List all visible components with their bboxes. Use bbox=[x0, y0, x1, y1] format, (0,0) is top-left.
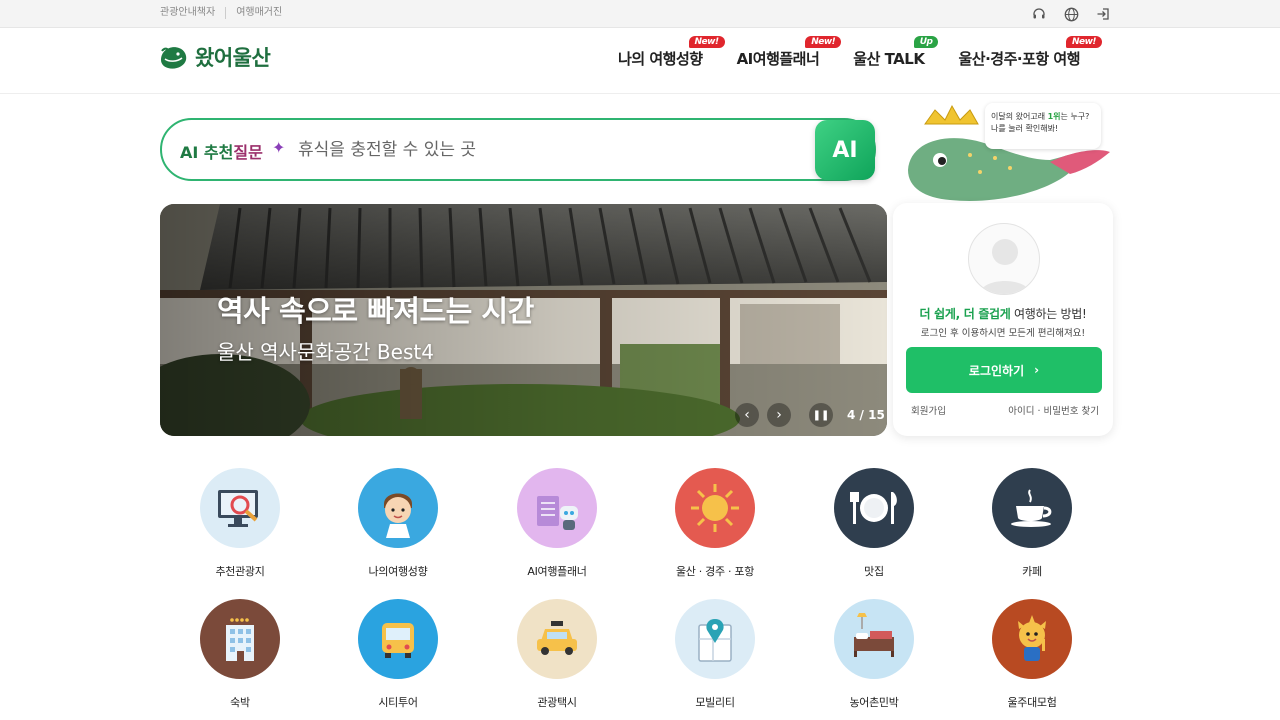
main-nav: 나의 여행성향 New! AI여행플래너 New! 울산 TALK Up 울산·… bbox=[618, 36, 1102, 69]
globe-icon[interactable] bbox=[1062, 5, 1080, 23]
prev-arrow-icon[interactable]: ‹ bbox=[735, 403, 759, 427]
category-label: 관광택시 bbox=[537, 696, 577, 709]
utility-links: 관광안내책자 여행매거진 bbox=[160, 7, 302, 19]
nav-ai-planner[interactable]: AI여행플래너 New! bbox=[736, 36, 842, 69]
ai-button-label: AI bbox=[832, 137, 858, 163]
category-label: 시티투어 bbox=[378, 696, 418, 709]
category-travel-style[interactable]: 나의여행성향 bbox=[328, 468, 468, 579]
hotel-icon bbox=[200, 599, 280, 679]
slide-counter: 4 / 15 bbox=[847, 408, 885, 422]
login-links: 회원가입 아이디 · 비밀번호 찾기 bbox=[911, 403, 1099, 417]
login-button[interactable]: 로그인하기 › bbox=[906, 347, 1102, 393]
category-label: AI여행플래너 bbox=[527, 565, 587, 578]
bus-icon bbox=[358, 599, 438, 679]
category-label: 추천관광지 bbox=[215, 565, 265, 578]
category-label: 맛집 bbox=[864, 565, 884, 578]
category-uljoo-adventure[interactable]: 울주대모험 bbox=[962, 599, 1102, 710]
pause-icon[interactable]: ❚❚ bbox=[809, 403, 833, 427]
avatar bbox=[968, 223, 1040, 295]
nav-ulsan-talk[interactable]: 울산 TALK Up bbox=[853, 36, 939, 69]
login-headline-highlight: 더 쉽게, 더 즐겁게 bbox=[919, 307, 1011, 321]
category-regional[interactable]: 울산 · 경주 · 포항 bbox=[645, 468, 785, 579]
category-label: 나의여행성향 bbox=[368, 565, 428, 578]
search-input[interactable] bbox=[298, 136, 798, 164]
category-label: 울주대모험 bbox=[1007, 696, 1057, 709]
login-headline: 더 쉽게, 더 즐겁게 여행하는 방법! bbox=[893, 305, 1113, 322]
banner-title: 역사 속으로 빠져드는 시간 bbox=[217, 294, 534, 328]
ai-search-bar: AI 추천질문 ✦ bbox=[160, 118, 876, 181]
monitor-search-icon bbox=[200, 468, 280, 548]
login-description: 로그인 후 이용하시면 모든게 편리해져요! bbox=[920, 328, 1086, 339]
mascot-character-icon bbox=[992, 599, 1072, 679]
speech-text: 이달의 왔어고래 bbox=[991, 112, 1048, 121]
chevron-right-icon: › bbox=[1034, 363, 1040, 377]
nav-label: 울산·경주·포항 여행 bbox=[958, 50, 1080, 68]
category-ai-planner[interactable]: AI여행플래너 bbox=[487, 468, 627, 579]
category-farm-stay[interactable]: 농어촌민박 bbox=[804, 599, 944, 710]
category-lodging[interactable]: 숙박 bbox=[170, 599, 310, 710]
login-icon[interactable] bbox=[1094, 5, 1112, 23]
category-recommended-spots[interactable]: 추천관광지 bbox=[170, 468, 310, 579]
ai-recommend-label: AI 추천질문 bbox=[180, 139, 263, 163]
site-logo[interactable]: 왔어울산 bbox=[159, 42, 271, 72]
brochure-link[interactable]: 관광안내책자 bbox=[160, 7, 227, 19]
banner-controls: ‹ › ❚❚ 4 / 15 bbox=[735, 403, 885, 427]
headset-icon[interactable] bbox=[1030, 5, 1048, 23]
up-badge: Up bbox=[913, 36, 939, 48]
speech-highlight: 1위 bbox=[1047, 112, 1061, 121]
new-badge: New! bbox=[688, 36, 725, 48]
utility-bar: 관광안내책자 여행매거진 bbox=[0, 0, 1280, 28]
category-city-tour[interactable]: 시티투어 bbox=[328, 599, 468, 710]
nav-travel-style[interactable]: 나의 여행성향 New! bbox=[618, 36, 725, 69]
login-card: 더 쉽게, 더 즐겁게 여행하는 방법! 로그인 후 이용하시면 모든게 편리해… bbox=[893, 203, 1113, 436]
find-account-link[interactable]: 아이디 · 비밀번호 찾기 bbox=[1008, 403, 1099, 417]
login-button-label: 로그인하기 bbox=[968, 363, 1025, 378]
mascot-speech-bubble: 이달의 왔어고래 1위는 누구? 나를 눌러 확인해봐! bbox=[985, 103, 1101, 149]
traveler-face-icon bbox=[358, 468, 438, 548]
robot-planner-icon bbox=[517, 468, 597, 548]
nav-label: 울산 TALK bbox=[853, 50, 925, 68]
hero-banner[interactable]: 역사 속으로 빠져드는 시간 울산 역사문화공간 Best4 ‹ › ❚❚ 4 … bbox=[160, 204, 887, 436]
category-label: 숙박 bbox=[230, 696, 250, 709]
sparkle-icon: ✦ bbox=[272, 138, 286, 157]
next-arrow-icon[interactable]: › bbox=[767, 403, 791, 427]
category-label: 모빌리티 bbox=[695, 696, 735, 709]
utility-icons bbox=[1030, 5, 1112, 23]
ai-button[interactable]: AI bbox=[815, 120, 875, 180]
speech-text: 나를 눌러 확인해봐! bbox=[991, 124, 1059, 133]
banner-subtitle: 울산 역사문화공간 Best4 bbox=[217, 340, 434, 364]
plate-cutlery-icon bbox=[834, 468, 914, 548]
new-badge: New! bbox=[805, 36, 842, 48]
speech-text: 는 누구? bbox=[1060, 112, 1090, 121]
category-cafe[interactable]: 카페 bbox=[962, 468, 1102, 579]
site-header: 왔어울산 나의 여행성향 New! AI여행플래너 New! 울산 TALK U… bbox=[0, 28, 1280, 94]
category-mobility[interactable]: 모빌리티 bbox=[645, 599, 785, 710]
category-tour-taxi[interactable]: 관광택시 bbox=[487, 599, 627, 710]
nav-regional-travel[interactable]: 울산·경주·포항 여행 New! bbox=[958, 36, 1102, 69]
category-restaurants[interactable]: 맛집 bbox=[804, 468, 944, 579]
magazine-link[interactable]: 여행매거진 bbox=[236, 7, 292, 19]
category-label: 울산 · 경주 · 포항 bbox=[675, 565, 755, 578]
new-badge: New! bbox=[1065, 36, 1102, 48]
user-placeholder-icon bbox=[979, 239, 1031, 294]
nav-label: AI여행플래너 bbox=[736, 50, 820, 68]
taxi-icon bbox=[517, 599, 597, 679]
sun-icon bbox=[675, 468, 755, 548]
logo-text: 왔어울산 bbox=[195, 46, 271, 70]
signup-link[interactable]: 회원가입 bbox=[911, 403, 946, 417]
map-pin-icon bbox=[675, 599, 755, 679]
category-label: 카페 bbox=[1022, 565, 1042, 578]
login-headline-text: 여행하는 방법! bbox=[1010, 307, 1087, 321]
ai-recommend-text: AI 추천 bbox=[180, 143, 234, 162]
whale-logo-icon bbox=[161, 47, 187, 69]
bed-icon bbox=[834, 599, 914, 679]
nav-label: 나의 여행성향 bbox=[618, 50, 703, 68]
coffee-cup-icon bbox=[992, 468, 1072, 548]
category-label: 농어촌민박 bbox=[849, 696, 899, 709]
question-text: 질문 bbox=[233, 143, 263, 162]
